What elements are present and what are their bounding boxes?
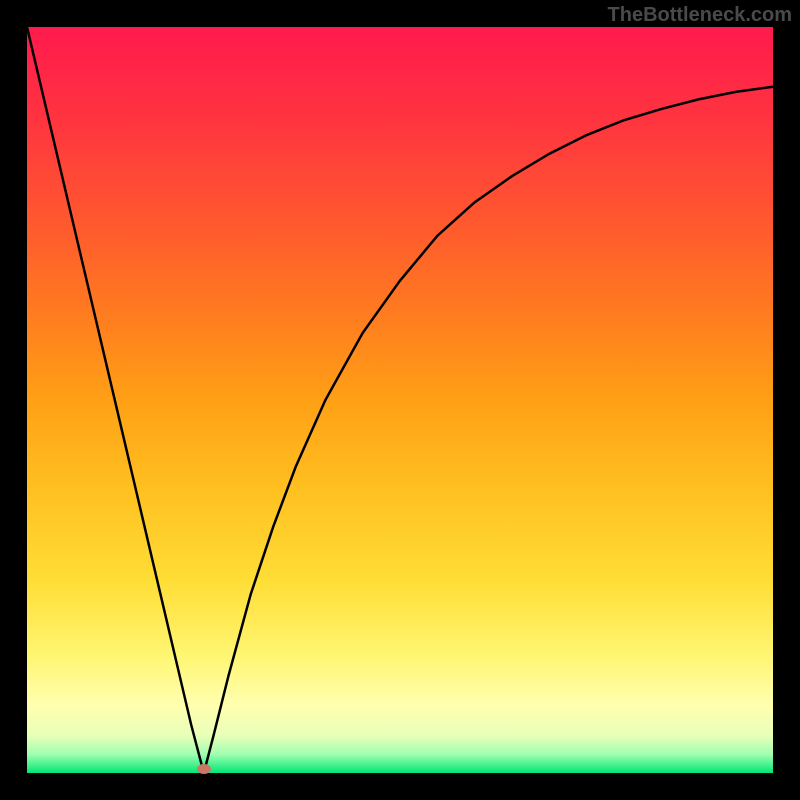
watermark-text: TheBottleneck.com xyxy=(608,4,792,27)
bottleneck-curve xyxy=(27,27,773,773)
chart-container xyxy=(27,27,773,773)
optimal-point-marker xyxy=(197,764,211,774)
